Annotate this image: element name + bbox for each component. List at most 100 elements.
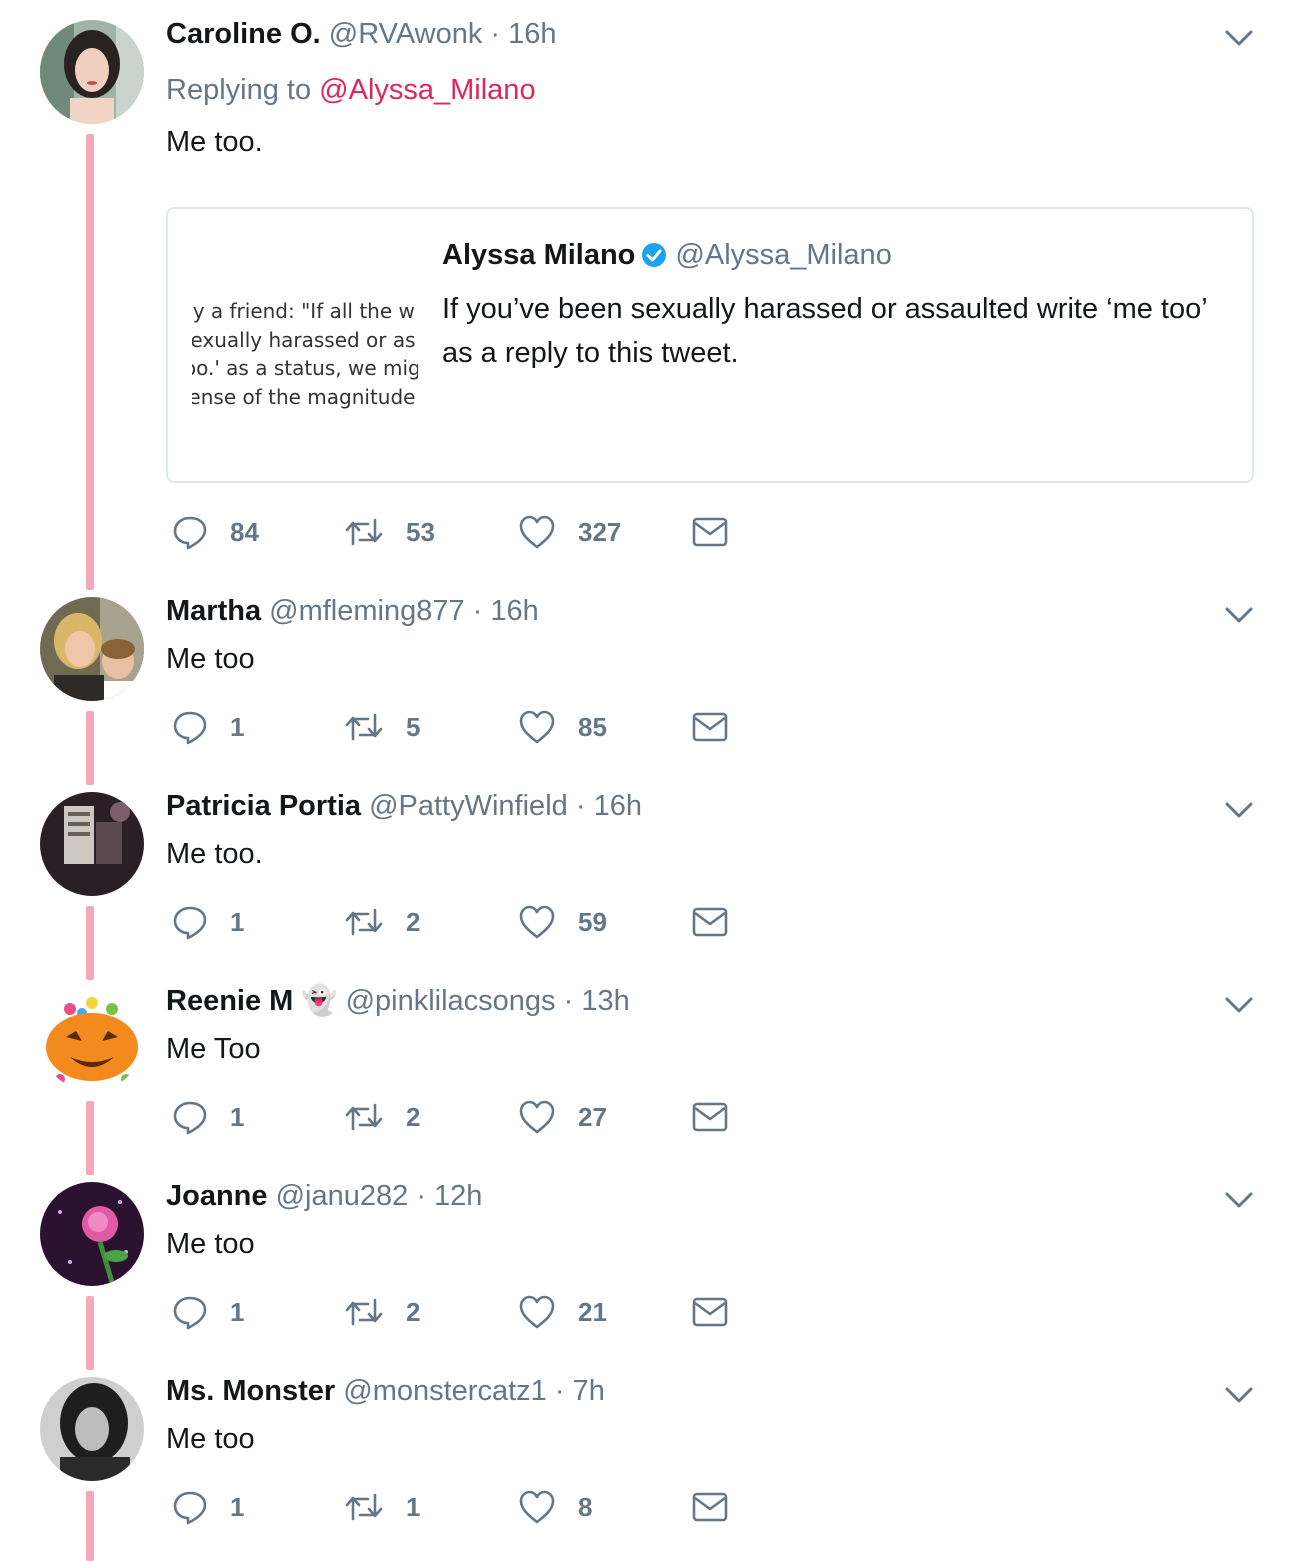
handle[interactable]: @monstercatz1	[343, 1375, 547, 1407]
tweet-actions: 84 53 327	[168, 512, 768, 552]
retweet-button[interactable]: 53	[344, 512, 435, 552]
separator: ·	[575, 790, 586, 822]
direct-message-button[interactable]	[692, 1292, 728, 1332]
tweet-text: Me Too	[166, 1033, 261, 1065]
retweet-icon	[345, 1493, 383, 1521]
handle[interactable]: @mfleming877	[269, 595, 464, 627]
avatar[interactable]	[40, 987, 144, 1091]
direct-message-button[interactable]	[692, 902, 728, 942]
caret-down-icon[interactable]	[1222, 26, 1256, 50]
retweet-button[interactable]: 2	[344, 902, 420, 942]
display-name[interactable]: Patricia Portia	[166, 790, 361, 822]
display-name[interactable]: Joanne	[166, 1180, 268, 1212]
avatar[interactable]	[40, 1377, 144, 1481]
direct-message-icon	[692, 1102, 728, 1132]
like-button[interactable]: 8	[518, 1487, 592, 1527]
direct-message-button[interactable]	[692, 1097, 728, 1137]
avatar[interactable]	[40, 20, 144, 124]
quoted-tweet[interactable]: by a friend: "If all the w sexually hara…	[166, 207, 1254, 483]
mention-link[interactable]: @Alyssa_Milano	[319, 74, 535, 106]
reply-icon	[173, 906, 207, 940]
timestamp[interactable]: 12h	[434, 1180, 482, 1212]
reply-button[interactable]: 84	[172, 512, 259, 552]
like-icon	[519, 710, 555, 744]
like-button[interactable]: 85	[518, 707, 607, 747]
retweet-button[interactable]: 2	[344, 1097, 420, 1137]
timestamp[interactable]: 13h	[581, 985, 629, 1017]
reply-icon	[173, 1101, 207, 1135]
quoted-tweet-text: If you’ve been sexually harassed or assa…	[442, 293, 1207, 369]
like-icon	[519, 1100, 555, 1134]
timestamp[interactable]: 7h	[573, 1375, 605, 1407]
tweet-text: Me too.	[166, 126, 263, 158]
direct-message-icon	[692, 1297, 728, 1327]
avatar[interactable]	[40, 792, 144, 896]
retweet-button[interactable]: 2	[344, 1292, 420, 1332]
reply-count: 1	[230, 906, 245, 937]
like-button[interactable]: 59	[518, 902, 607, 942]
avatar[interactable]	[40, 597, 144, 701]
tweet-header: Patricia Portia @PattyWinfield · 16h	[166, 786, 642, 826]
tweet-text: Me too	[166, 1228, 255, 1260]
display-name[interactable]: Reenie M	[166, 985, 293, 1017]
like-count: 27	[578, 1101, 607, 1132]
like-button[interactable]: 327	[518, 512, 621, 552]
handle[interactable]: @pinklilacsongs	[346, 985, 556, 1017]
retweet-icon	[345, 1298, 383, 1326]
reply-icon	[173, 711, 207, 745]
retweet-count: 2	[406, 906, 421, 937]
like-count: 59	[578, 906, 607, 937]
reply-icon	[173, 1491, 207, 1525]
avatar[interactable]	[40, 1182, 144, 1286]
separator: ·	[563, 985, 574, 1017]
reply-icon	[173, 1296, 207, 1330]
quoted-tweet-header: Alyssa Milano @Alyssa_Milano	[442, 239, 892, 272]
handle[interactable]: @RVAwonk	[329, 18, 483, 50]
image-text-line: sexually harassed or as	[192, 327, 416, 352]
direct-message-button[interactable]	[692, 707, 728, 747]
handle[interactable]: @PattyWinfield	[369, 790, 568, 822]
caret-down-icon[interactable]	[1222, 1188, 1256, 1212]
retweet-button[interactable]: 1	[344, 1487, 420, 1527]
tweet-actions: 1 1 8	[168, 1487, 768, 1527]
timestamp[interactable]: 16h	[594, 790, 642, 822]
reply-button[interactable]: 1	[172, 1292, 244, 1332]
tweet-header: Reenie M 👻 @pinklilacsongs · 13h	[166, 981, 630, 1021]
display-name[interactable]: Ms. Monster	[166, 1375, 335, 1407]
image-text-line: by a friend: "If all the w	[192, 299, 415, 323]
like-button[interactable]: 27	[518, 1097, 607, 1137]
tweet-actions: 1 2 59	[168, 902, 768, 942]
reply-button[interactable]: 1	[172, 707, 244, 747]
reply-count: 84	[230, 516, 259, 547]
timestamp[interactable]: 16h	[508, 18, 556, 50]
caret-down-icon[interactable]	[1222, 603, 1256, 627]
like-button[interactable]: 21	[518, 1292, 607, 1332]
reply-button[interactable]: 1	[172, 1487, 244, 1527]
display-name[interactable]: Caroline O.	[166, 18, 321, 50]
tweet-header: Martha @mfleming877 · 16h	[166, 591, 539, 631]
handle[interactable]: @janu282	[276, 1180, 409, 1212]
retweet-button[interactable]: 5	[344, 707, 420, 747]
direct-message-icon	[692, 517, 728, 547]
thread-line	[86, 906, 94, 980]
caret-down-icon[interactable]	[1222, 993, 1256, 1017]
tweet-text: Me too.	[166, 838, 263, 870]
retweet-icon	[345, 713, 383, 741]
reply-button[interactable]: 1	[172, 1097, 244, 1137]
direct-message-button[interactable]	[692, 512, 728, 552]
replying-to: Replying to @Alyssa_Milano	[166, 74, 536, 107]
caret-down-icon[interactable]	[1222, 1383, 1256, 1407]
image-text-line: sense of the magnitude c	[192, 384, 418, 409]
reply-button[interactable]: 1	[172, 902, 244, 942]
tweet-actions: 1 5 85	[168, 707, 768, 747]
like-count: 85	[578, 711, 607, 742]
like-icon	[519, 1490, 555, 1524]
separator: ·	[490, 18, 501, 50]
quoted-display-name: Alyssa Milano	[442, 239, 636, 271]
timestamp[interactable]: 16h	[490, 595, 538, 627]
display-name[interactable]: Martha	[166, 595, 261, 627]
direct-message-button[interactable]	[692, 1487, 728, 1527]
reply-thread: Caroline O. @RVAwonk · 16h Replying to @…	[0, 0, 1300, 1561]
like-count: 8	[578, 1491, 593, 1522]
caret-down-icon[interactable]	[1222, 798, 1256, 822]
